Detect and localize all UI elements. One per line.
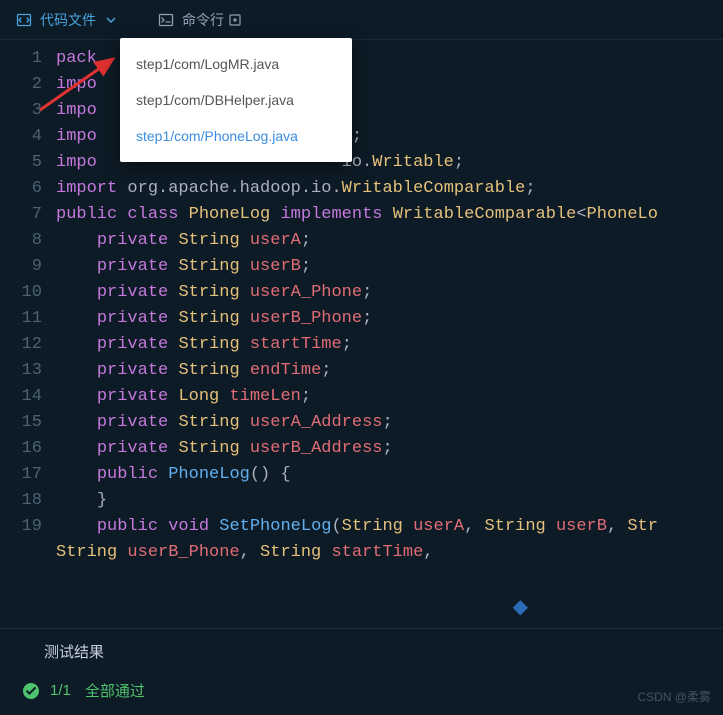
results-bar[interactable]: 测试结果 <box>0 628 723 670</box>
line-number: 18 <box>0 488 42 514</box>
footer: 测试结果 1/1 全部通过 CSDN @柔雾 <box>0 628 723 715</box>
line-number: 4 <box>0 124 42 150</box>
line-number: 1 <box>0 46 42 72</box>
code-line[interactable]: private String userB_Phone; <box>56 306 723 332</box>
line-number: 9 <box>0 254 42 280</box>
line-number: 6 <box>0 176 42 202</box>
tab-bar: 代码文件 命令行 <box>0 0 723 40</box>
check-circle-icon <box>22 682 40 700</box>
line-number: 19 <box>0 514 42 540</box>
file-dropdown: step1/com/LogMR.java step1/com/DBHelper.… <box>120 38 352 162</box>
terminal-icon <box>158 12 174 28</box>
line-number: 2 <box>0 72 42 98</box>
test-status: 全部通过 <box>85 680 145 701</box>
code-line[interactable]: String userB_Phone, String startTime, <box>56 540 723 566</box>
line-number: 7 <box>0 202 42 228</box>
new-tab-icon[interactable] <box>228 12 244 28</box>
test-score: 1/1 <box>50 682 71 699</box>
line-number: 14 <box>0 384 42 410</box>
code-line[interactable]: import org.apache.hadoop.io.WritableComp… <box>56 176 723 202</box>
watermark: CSDN @柔雾 <box>637 688 711 705</box>
tab-terminal[interactable]: 命令行 <box>152 10 250 30</box>
code-line[interactable]: private String userB; <box>56 254 723 280</box>
code-line[interactable]: public PhoneLog() { <box>56 462 723 488</box>
line-number: 5 <box>0 150 42 176</box>
dropdown-item-2[interactable]: step1/com/PhoneLog.java <box>120 118 352 154</box>
line-number: 10 <box>0 280 42 306</box>
line-number: 13 <box>0 358 42 384</box>
tab-code-files[interactable]: 代码文件 <box>10 10 122 30</box>
line-number: 17 <box>0 462 42 488</box>
code-line[interactable]: private String endTime; <box>56 358 723 384</box>
code-line[interactable]: public class PhoneLog implements Writabl… <box>56 202 723 228</box>
tab-code-label: 代码文件 <box>40 10 96 30</box>
code-line[interactable]: private String userA; <box>56 228 723 254</box>
line-number: 11 <box>0 306 42 332</box>
line-number: 16 <box>0 436 42 462</box>
dropdown-item-0[interactable]: step1/com/LogMR.java <box>120 46 352 82</box>
code-line[interactable]: private String userA_Phone; <box>56 280 723 306</box>
code-line[interactable]: public void SetPhoneLog(String userA, St… <box>56 514 723 540</box>
line-number: 12 <box>0 332 42 358</box>
tab-terminal-label: 命令行 <box>182 10 224 30</box>
line-number: 3 <box>0 98 42 124</box>
line-number: 15 <box>0 410 42 436</box>
line-gutter: 12345678910111213141516171819 <box>0 40 56 615</box>
code-line[interactable]: } <box>56 488 723 514</box>
code-editor[interactable]: 12345678910111213141516171819 packimpoim… <box>0 40 723 615</box>
line-number: 8 <box>0 228 42 254</box>
line-number <box>0 540 42 566</box>
status-bar: 1/1 全部通过 CSDN @柔雾 <box>0 670 723 715</box>
code-line[interactable]: private String userA_Address; <box>56 410 723 436</box>
dropdown-item-1[interactable]: step1/com/DBHelper.java <box>120 82 352 118</box>
chevron-down-icon <box>106 12 116 28</box>
code-icon <box>16 12 32 28</box>
code-line[interactable]: private Long timeLen; <box>56 384 723 410</box>
code-line[interactable]: private String userB_Address; <box>56 436 723 462</box>
results-title: 测试结果 <box>44 644 104 661</box>
code-line[interactable]: private String startTime; <box>56 332 723 358</box>
